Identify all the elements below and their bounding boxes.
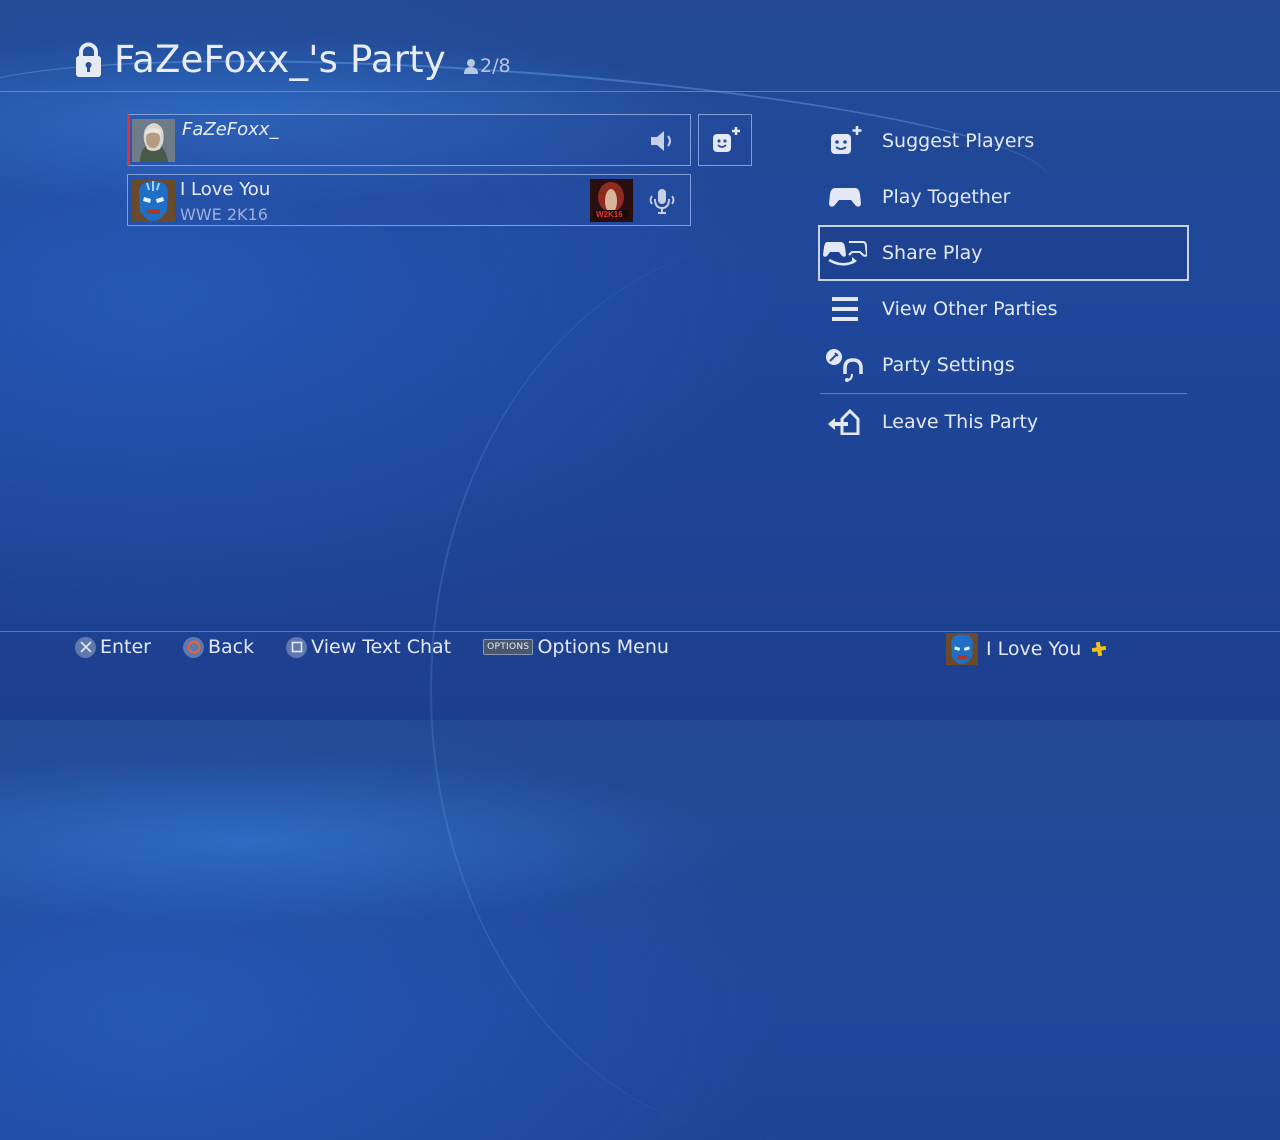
back-hint[interactable]: Back bbox=[183, 636, 254, 658]
member-game: WWE 2K16 bbox=[180, 205, 268, 224]
menu-item-view-other-parties[interactable]: View Other Parties bbox=[818, 281, 1189, 337]
hint-label: Options Menu bbox=[537, 636, 669, 658]
view-text-chat-hint[interactable]: View Text Chat bbox=[286, 636, 451, 658]
party-options-menu: Suggest Players Play Together Share Play bbox=[818, 113, 1189, 450]
footer-divider bbox=[0, 631, 1280, 632]
circle-button-icon bbox=[183, 636, 204, 658]
menu-item-label: View Other Parties bbox=[882, 298, 1058, 320]
menu-item-label: Share Play bbox=[882, 242, 983, 264]
leave-icon bbox=[822, 405, 868, 439]
person-icon bbox=[463, 59, 478, 74]
party-title: FaZeFoxx_'s Party bbox=[114, 38, 446, 81]
masked-wrestler-avatar bbox=[946, 633, 978, 665]
hint-label: Enter bbox=[100, 636, 151, 658]
menu-item-label: Party Settings bbox=[882, 354, 1015, 376]
cross-button-icon bbox=[75, 636, 96, 658]
controller-icon bbox=[822, 180, 868, 214]
add-player-icon bbox=[713, 127, 740, 152]
lock-icon bbox=[75, 42, 102, 80]
party-member-row[interactable]: FaZeFoxx_ bbox=[127, 114, 691, 166]
masked-wrestler-avatar bbox=[132, 179, 175, 222]
list-icon bbox=[822, 292, 868, 326]
options-menu-hint[interactable]: OPTIONS Options Menu bbox=[483, 636, 669, 658]
menu-item-party-settings[interactable]: Party Settings bbox=[818, 337, 1189, 393]
menu-item-label: Leave This Party bbox=[882, 411, 1039, 433]
share-play-icon bbox=[822, 236, 868, 270]
member-count-value: 2/8 bbox=[479, 55, 511, 77]
speaker-icon[interactable] bbox=[648, 127, 676, 155]
settings-headset-icon bbox=[822, 348, 868, 382]
hint-label: View Text Chat bbox=[311, 636, 452, 658]
hint-label: Back bbox=[208, 636, 255, 658]
menu-item-label: Play Together bbox=[882, 186, 1011, 208]
menu-item-leave-party[interactable]: Leave This Party bbox=[818, 394, 1189, 450]
witcher-avatar bbox=[132, 119, 175, 162]
menu-item-label: Suggest Players bbox=[882, 130, 1035, 152]
button-hints: Enter Back View Text Chat OPTIONS Option… bbox=[75, 636, 701, 658]
party-member-row[interactable]: I Love You WWE 2K16 W2K16 bbox=[127, 174, 691, 226]
square-button-icon bbox=[286, 636, 308, 658]
current-user: I Love You bbox=[946, 633, 1107, 665]
current-user-name: I Love You bbox=[986, 638, 1082, 660]
menu-item-share-play[interactable]: Share Play bbox=[818, 225, 1189, 281]
playstation-plus-icon bbox=[1092, 641, 1107, 657]
menu-item-play-together[interactable]: Play Together bbox=[818, 169, 1189, 225]
member-name: I Love You bbox=[180, 179, 271, 200]
options-button-icon: OPTIONS bbox=[483, 639, 534, 655]
member-name: FaZeFoxx_ bbox=[182, 119, 279, 140]
microphone-icon[interactable] bbox=[648, 187, 676, 215]
wwe-2k16-thumbnail: W2K16 bbox=[590, 179, 633, 222]
header-divider bbox=[0, 91, 1280, 92]
svg-text:W2K16: W2K16 bbox=[596, 210, 623, 219]
menu-item-suggest-players[interactable]: Suggest Players bbox=[818, 113, 1189, 169]
enter-hint[interactable]: Enter bbox=[75, 636, 151, 658]
invite-player-button[interactable] bbox=[698, 114, 752, 166]
member-count: 2/8 bbox=[463, 55, 511, 77]
party-header: FaZeFoxx_'s Party 2/8 bbox=[75, 38, 511, 82]
add-player-icon bbox=[822, 124, 868, 158]
